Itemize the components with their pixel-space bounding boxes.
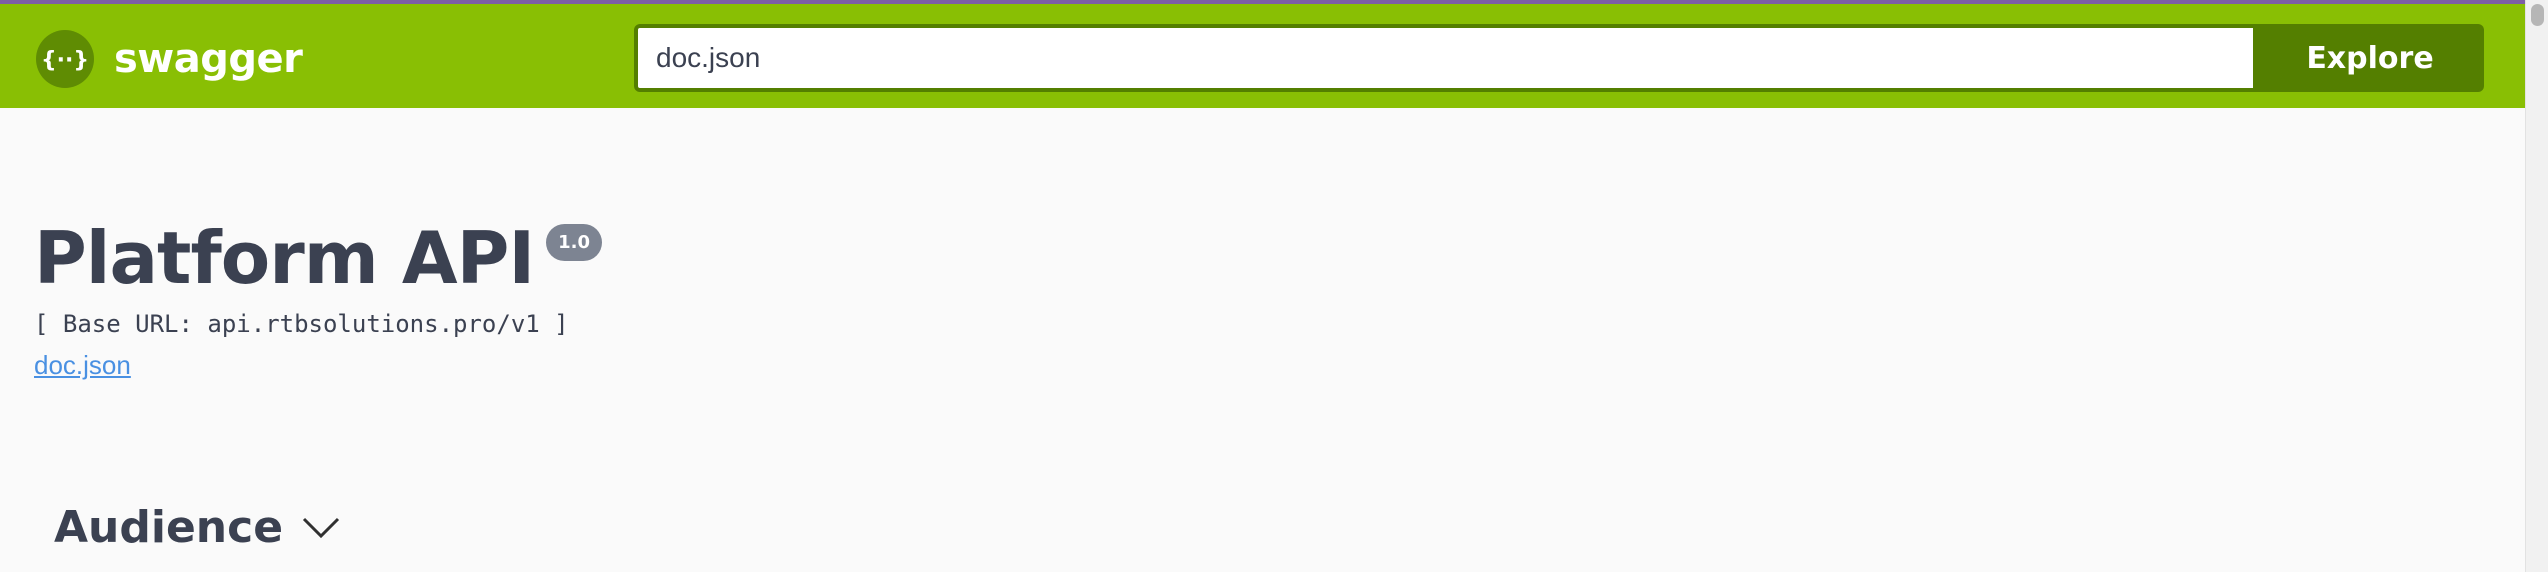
scrollbar-thumb[interactable] — [2531, 4, 2544, 26]
base-url: [ Base URL: api.rtbsolutions.pro/v1 ] — [34, 310, 569, 338]
version-badge: 1.0 — [546, 224, 603, 261]
spec-link[interactable]: doc.json — [34, 350, 131, 381]
tag-title[interactable]: Audience — [54, 502, 283, 553]
swagger-braces-icon: {··} — [36, 30, 94, 88]
tag-section-audience[interactable]: Audience — [54, 502, 341, 553]
svg-text:{··}: {··} — [43, 48, 87, 73]
title-row: Platform API 1.0 — [34, 210, 603, 306]
vertical-scrollbar[interactable] — [2525, 0, 2548, 572]
swagger-logo[interactable]: {··} swagger — [36, 30, 303, 88]
explore-button[interactable]: Explore — [2256, 24, 2484, 92]
api-info: Platform API 1.0 [ Base URL: api.rtbsolu… — [34, 210, 603, 381]
spec-url-input[interactable] — [634, 24, 2257, 92]
chevron-down-icon[interactable] — [301, 516, 341, 545]
topbar: {··} swagger Explore — [0, 4, 2525, 108]
logo-text: swagger — [114, 36, 303, 82]
page-title: Platform API — [34, 216, 535, 300]
